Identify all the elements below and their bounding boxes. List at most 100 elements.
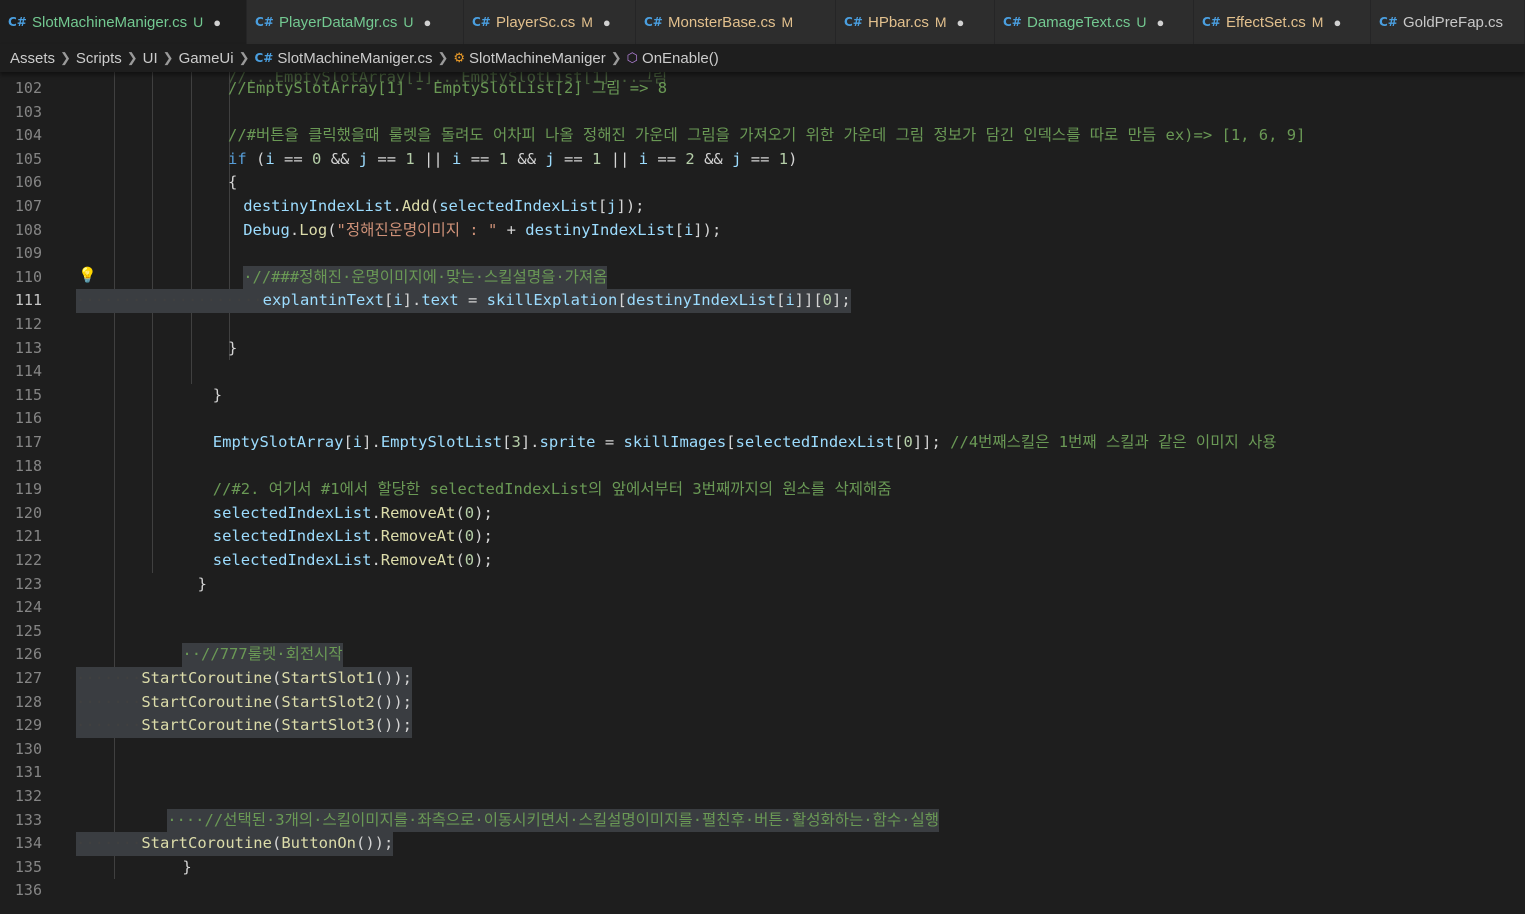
tab-git-status-badge: U [403,14,414,30]
line-number[interactable]: 123 [0,573,42,597]
code-line[interactable]: 105 if (i == 0 && j == 1 || i == 1 && j =… [0,148,1525,172]
breadcrumb-item[interactable]: OnEnable() [642,50,719,67]
line-number[interactable]: 134 [0,832,42,856]
line-number[interactable]: 111 [0,289,42,313]
tab-slotmachinemaniger-cs[interactable]: C# SlotMachineManiger.cs U ● [0,0,247,44]
line-number[interactable]: 135 [0,856,42,880]
unsaved-dot-icon[interactable]: ● [603,15,611,30]
code-line[interactable]: 129 ·······StartCoroutine(StartSlot3()); [0,714,1525,738]
code-editor[interactable]: //...EmptySlotArray[1]...EmptySlotList[1… [0,72,1525,914]
line-number[interactable]: 105 [0,148,42,172]
line-number[interactable]: 133 [0,809,42,833]
code-line[interactable]: 114 [0,360,1525,384]
tab-hpbar-cs[interactable]: C# HPbar.cs M ● [836,0,995,44]
line-number[interactable]: 130 [0,738,42,762]
code-line[interactable]: 113} [0,337,1525,361]
breadcrumb-item[interactable]: Scripts [76,50,122,67]
line-number[interactable]: 110 [0,266,42,290]
tab-damagetext-cs[interactable]: C# DamageText.cs U ● [995,0,1194,44]
line-number[interactable]: 125 [0,620,42,644]
unsaved-dot-icon[interactable]: ● [1333,15,1341,30]
line-number[interactable]: 120 [0,502,42,526]
line-number[interactable]: 126 [0,643,42,667]
tab-monsterbase-cs[interactable]: C# MonsterBase.cs M [636,0,836,44]
tab-git-status-badge: U [193,14,204,30]
line-number[interactable]: 112 [0,313,42,337]
line-number[interactable]: 104 [0,124,42,148]
line-number[interactable]: 122 [0,549,42,573]
line-number[interactable]: 121 [0,525,42,549]
code-line[interactable]: 128 ·······StartCoroutine(StartSlot2()); [0,690,1525,715]
code-line[interactable]: 109 [0,242,1525,266]
code-line[interactable]: 121 selectedIndexList.RemoveAt(0); [0,525,1525,549]
tab-git-status-badge: M [781,14,794,30]
line-number[interactable]: 128 [0,691,42,715]
code-token: ()); [355,834,394,853]
tab-playerdatamgr-cs[interactable]: C# PlayerDataMgr.cs U ● [247,0,464,44]
code-line[interactable]: 123} [0,573,1525,597]
code-line[interactable]: 133 ····//선택된·3개의·스킬이미지를·좌측으로·이동시키면서·스킬설명… [0,808,1525,833]
code-line[interactable]: 111 ····················explantinText[i].… [0,289,1525,313]
code-line[interactable]: 118 [0,455,1525,479]
code-line[interactable]: 120 selectedIndexList.RemoveAt(0); [0,502,1525,526]
line-number[interactable]: 131 [0,761,42,785]
line-number[interactable]: 114 [0,360,42,384]
csharp-file-icon: C# [8,15,27,29]
unsaved-dot-icon[interactable]: ● [424,15,432,30]
code-token: StartCoroutine [141,669,272,687]
breadcrumb-item[interactable]: SlotMachineManiger [469,50,606,67]
code-line[interactable]: 108 Debug.Log("정해진운명이미지 : " + destinyInde… [0,219,1525,243]
line-number[interactable]: 113 [0,337,42,361]
breadcrumb-item[interactable]: Assets [10,50,55,67]
line-number[interactable]: 119 [0,478,42,502]
code-line[interactable]: 125 [0,620,1525,644]
code-line[interactable]: 119 //#2. 여기서 #1에서 할당한 selectedIndexList의… [0,478,1525,502]
code-line[interactable]: 135} [0,856,1525,880]
breadcrumb-item[interactable]: GameUi [179,50,234,67]
unsaved-dot-icon[interactable]: ● [957,15,965,30]
code-line[interactable]: 103 [0,101,1525,125]
tab-goldprefap-cs[interactable]: C# GoldPreFap.cs [1371,0,1525,44]
code-line[interactable]: 127 ·······StartCoroutine(StartSlot1()); [0,667,1525,691]
code-line[interactable]: 136 [0,879,1525,903]
line-number[interactable]: 109 [0,242,42,266]
line-number[interactable]: 129 [0,714,42,738]
code-line[interactable]: 126 ··//777룰렛·회전시작 [0,643,1525,667]
code-line[interactable]: 130 [0,738,1525,762]
code-line[interactable]: 131 [0,761,1525,785]
code-line[interactable]: 112 [0,313,1525,337]
code-line[interactable]: 110 💡 ·//###정해진·운명이미지에·맞는·스킬설명을·가져옴 [0,265,1525,290]
line-number[interactable]: 127 [0,667,42,691]
line-number[interactable]: 102 [0,77,42,101]
code-line[interactable]: 104 //#버튼을 클릭했을때 룰렛을 돌려도 어차피 나올 정해진 가운데 그… [0,124,1525,148]
line-number[interactable]: 103 [0,101,42,125]
line-number[interactable]: 132 [0,785,42,809]
code-line[interactable]: 117 EmptySlotArray[i].EmptySlotList[3].sp… [0,431,1525,455]
line-number[interactable]: 106 [0,171,42,195]
line-number[interactable]: 115 [0,384,42,408]
line-number[interactable]: 116 [0,407,42,431]
line-number[interactable]: 124 [0,596,42,620]
code-line[interactable]: 116 [0,407,1525,431]
lightbulb-icon[interactable]: 💡 [78,266,97,284]
line-number[interactable]: 118 [0,455,42,479]
code-line[interactable]: 107 destinyIndexList.Add(selectedIndexLis… [0,195,1525,219]
code-line[interactable]: 132 [0,785,1525,809]
unsaved-dot-icon[interactable]: ● [213,15,221,30]
unsaved-dot-icon[interactable]: ● [1157,15,1165,30]
line-number[interactable]: 107 [0,195,42,219]
code-line[interactable]: 106 { [0,171,1525,195]
line-number[interactable]: 108 [0,219,42,243]
line-number[interactable]: 136 [0,879,42,903]
code-line[interactable]: 124 [0,596,1525,620]
line-number[interactable]: 117 [0,431,42,455]
code-token: ······· [76,716,142,735]
code-line[interactable]: 102 //EmptySlotArray[1] - EmptySlotList[2… [0,77,1525,101]
tab-effectset-cs[interactable]: C# EffectSet.cs M ● [1194,0,1371,44]
breadcrumb-item[interactable]: SlotMachineManiger.cs [277,50,432,67]
code-line[interactable]: 134 ·······StartCoroutine(ButtonOn()); [0,832,1525,856]
tab-playersc-cs[interactable]: C# PlayerSc.cs M ● [464,0,636,44]
code-line[interactable]: 122 selectedIndexList.RemoveAt(0); [0,549,1525,573]
breadcrumb-item[interactable]: UI [143,50,158,67]
code-line[interactable]: 115} [0,384,1525,408]
